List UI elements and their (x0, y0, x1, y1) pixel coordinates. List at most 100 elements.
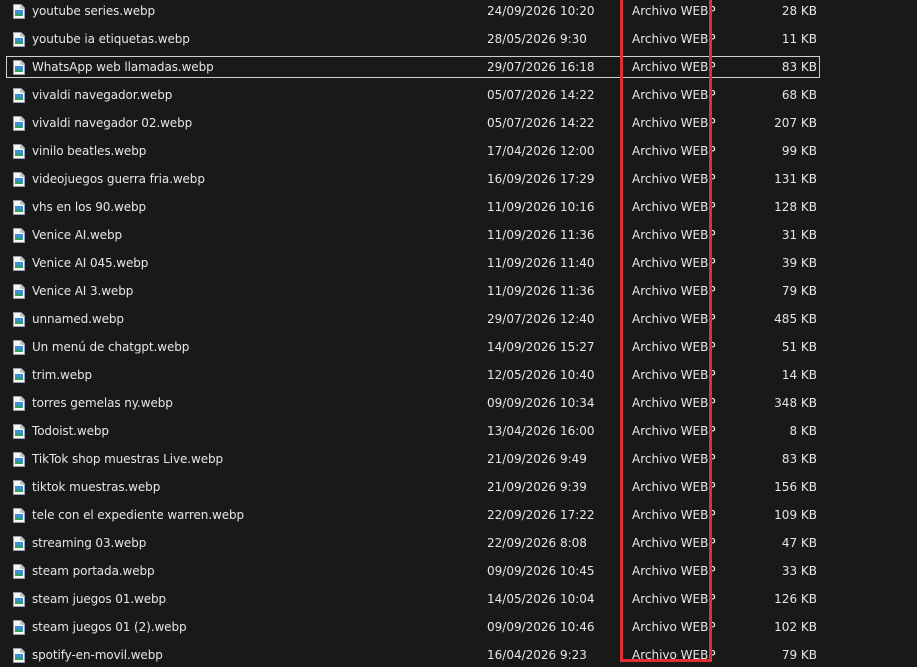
file-name: Venice AI.webp (32, 228, 122, 242)
file-type: Archivo WEBP (632, 648, 716, 662)
webp-file-icon (13, 424, 25, 439)
file-type: Archivo WEBP (632, 592, 716, 606)
file-type: Archivo WEBP (632, 200, 716, 214)
file-date-modified: 29/07/2026 12:40 (487, 312, 595, 326)
file-name: vinilo beatles.webp (32, 144, 147, 158)
file-row[interactable]: trim.webp 12/05/2026 10:40 Archivo WEBP 14 … (6, 364, 820, 386)
file-row[interactable]: steam juegos 01.webp 14/05/2026 10:04 Arch… (6, 588, 820, 610)
file-row[interactable]: Venice AI.webp 11/09/2026 11:36 Archivo WE… (6, 224, 820, 246)
file-type: Archivo WEBP (632, 480, 716, 494)
file-size: 47 KB (781, 536, 817, 550)
file-row[interactable]: torres gemelas ny.webp 09/09/2026 10:34 Ar… (6, 392, 820, 414)
webp-file-icon (13, 60, 25, 75)
file-date-modified: 11/09/2026 11:36 (487, 228, 595, 242)
file-size: 31 KB (781, 228, 817, 242)
file-date-modified: 22/09/2026 8:08 (487, 536, 587, 550)
file-name: steam juegos 01.webp (32, 592, 167, 606)
file-size: 131 KB (774, 172, 817, 186)
file-date-modified: 11/09/2026 11:40 (487, 256, 595, 270)
file-row[interactable]: Venice AI 045.webp 11/09/2026 11:40 Archiv… (6, 252, 820, 274)
webp-file-icon (13, 592, 25, 607)
file-date-modified: 14/09/2026 15:27 (487, 340, 595, 354)
file-type: Archivo WEBP (632, 228, 716, 242)
file-type: Archivo WEBP (632, 284, 716, 298)
file-type: Archivo WEBP (632, 396, 716, 410)
file-date-modified: 22/09/2026 17:22 (487, 508, 595, 522)
file-row[interactable]: streaming 03.webp 22/09/2026 8:08 Archivo … (6, 532, 820, 554)
file-name: Venice AI 3.webp (32, 284, 134, 298)
file-row[interactable]: tele con el expediente warren.webp 22/09/… (6, 504, 820, 526)
webp-file-icon (13, 284, 25, 299)
webp-file-icon (13, 88, 25, 103)
file-row[interactable]: vivaldi navegador 02.webp 05/07/2026 14:2… (6, 112, 820, 134)
file-row[interactable]: unnamed.webp 29/07/2026 12:40 Archivo WEBP… (6, 308, 820, 330)
file-name: WhatsApp web llamadas.webp (32, 60, 214, 74)
webp-file-icon (13, 32, 25, 47)
file-size: 28 KB (781, 4, 817, 18)
file-row[interactable]: WhatsApp web llamadas.webp 29/07/2026 16:… (6, 56, 820, 78)
file-row[interactable]: spotify-en-movil.webp 16/04/2026 9:23 Arch… (6, 644, 820, 666)
file-date-modified: 09/09/2026 10:46 (487, 620, 595, 634)
file-size: 83 KB (781, 452, 817, 466)
webp-file-icon (13, 312, 25, 327)
file-date-modified: 09/09/2026 10:34 (487, 396, 595, 410)
webp-file-icon (13, 340, 25, 355)
file-row[interactable]: TikTok shop muestras Live.webp 21/09/2026… (6, 448, 820, 470)
file-date-modified: 29/07/2026 16:18 (487, 60, 595, 74)
file-list: youtube series.webp 24/09/2026 10:20 Archi… (0, 0, 917, 667)
file-row[interactable]: youtube ia etiquetas.webp 28/05/2026 9:30… (6, 28, 820, 50)
file-date-modified: 17/04/2026 12:00 (487, 144, 595, 158)
file-row[interactable]: tiktok muestras.webp 21/09/2026 9:39 Archi… (6, 476, 820, 498)
file-size: 79 KB (781, 284, 817, 298)
file-name: trim.webp (32, 368, 93, 382)
file-date-modified: 09/09/2026 10:45 (487, 564, 595, 578)
file-name: vhs en los 90.webp (32, 200, 147, 214)
file-row[interactable]: vivaldi navegador.webp 05/07/2026 14:22 Ar… (6, 84, 820, 106)
file-name: Un menú de chatgpt.webp (32, 340, 190, 354)
file-name: videojuegos guerra fria.webp (32, 172, 205, 186)
file-date-modified: 11/09/2026 11:36 (487, 284, 595, 298)
file-size: 102 KB (774, 620, 817, 634)
file-name: vivaldi navegador.webp (32, 88, 173, 102)
file-size: 14 KB (781, 368, 817, 382)
file-size: 156 KB (774, 480, 817, 494)
file-size: 8 KB (789, 424, 817, 438)
file-row[interactable]: vinilo beatles.webp 17/04/2026 12:00 Archi… (6, 140, 820, 162)
file-type: Archivo WEBP (632, 60, 716, 74)
file-name: spotify-en-movil.webp (32, 648, 163, 662)
file-name: youtube series.webp (32, 4, 156, 18)
file-size: 51 KB (781, 340, 817, 354)
webp-file-icon (13, 144, 25, 159)
file-row[interactable]: steam juegos 01 (2).webp 09/09/2026 10:46… (6, 616, 820, 638)
file-row[interactable]: Un menú de chatgpt.webp 14/09/2026 15:27 A… (6, 336, 820, 358)
file-row[interactable]: Venice AI 3.webp 11/09/2026 11:36 Archivo … (6, 280, 820, 302)
file-date-modified: 21/09/2026 9:39 (487, 480, 587, 494)
file-type: Archivo WEBP (632, 256, 716, 270)
file-type: Archivo WEBP (632, 4, 716, 18)
file-row[interactable]: videojuegos guerra fria.webp 16/09/2026 1… (6, 168, 820, 190)
file-date-modified: 05/07/2026 14:22 (487, 88, 595, 102)
webp-file-icon (13, 648, 25, 663)
file-name: steam portada.webp (32, 564, 155, 578)
file-row[interactable]: Todoist.webp 13/04/2026 16:00 Archivo WEBP… (6, 420, 820, 442)
file-size: 83 KB (781, 60, 817, 74)
file-date-modified: 13/04/2026 16:00 (487, 424, 595, 438)
file-row[interactable]: steam portada.webp 09/09/2026 10:45 Archiv… (6, 560, 820, 582)
file-date-modified: 28/05/2026 9:30 (487, 32, 587, 46)
file-name: tele con el expediente warren.webp (32, 508, 245, 522)
file-type: Archivo WEBP (632, 368, 716, 382)
webp-file-icon (13, 564, 25, 579)
webp-file-icon (13, 116, 25, 131)
file-name: Venice AI 045.webp (32, 256, 149, 270)
webp-file-icon (13, 508, 25, 523)
webp-file-icon (13, 228, 25, 243)
file-row[interactable]: youtube series.webp 24/09/2026 10:20 Archi… (6, 0, 820, 22)
file-size: 68 KB (781, 88, 817, 102)
webp-file-icon (13, 172, 25, 187)
file-row[interactable]: vhs en los 90.webp 11/09/2026 10:16 Archiv… (6, 196, 820, 218)
file-type: Archivo WEBP (632, 116, 716, 130)
file-date-modified: 16/09/2026 17:29 (487, 172, 595, 186)
file-type: Archivo WEBP (632, 144, 716, 158)
file-size: 99 KB (781, 144, 817, 158)
file-size: 348 KB (774, 396, 817, 410)
